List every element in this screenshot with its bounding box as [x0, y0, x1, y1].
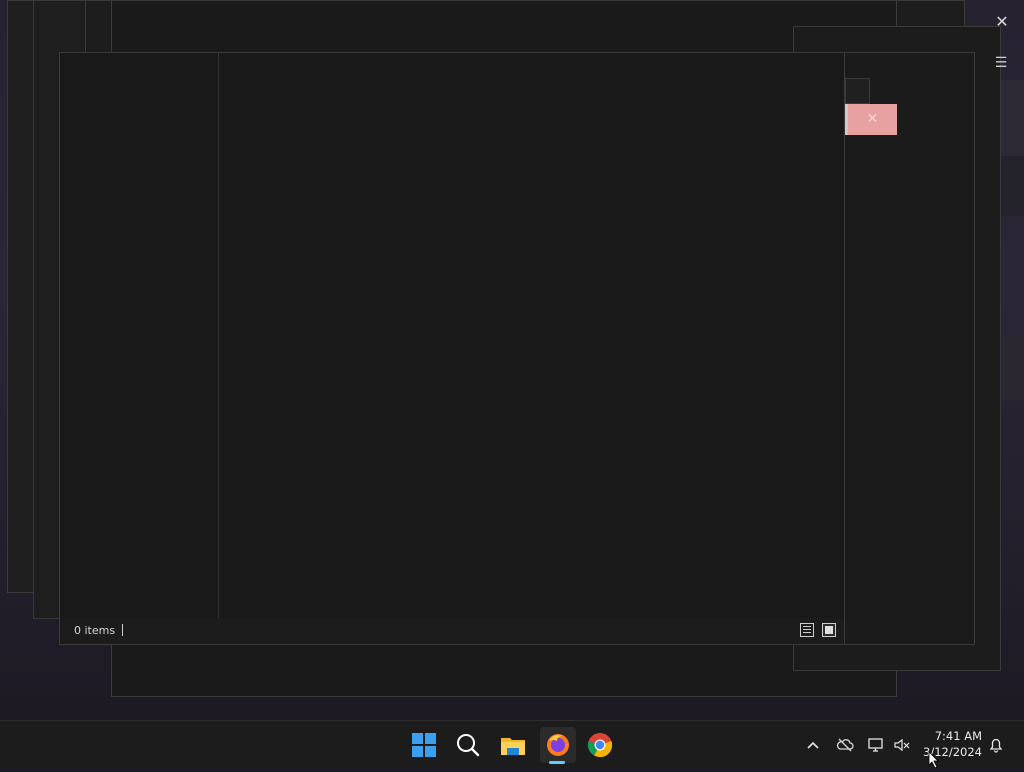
file-list-pane[interactable]	[219, 53, 844, 620]
taskbar: 7:41 AM 3/12/2024	[0, 720, 1024, 768]
status-bar: 0 items	[60, 618, 844, 644]
chrome-icon[interactable]	[584, 729, 616, 761]
details-view-icon[interactable]	[800, 623, 814, 637]
status-separator	[122, 624, 123, 636]
onedrive-cloud-icon[interactable]	[835, 735, 855, 755]
menu-icon[interactable]: ☰	[992, 54, 1010, 72]
window-close-button[interactable]: ✕	[845, 104, 897, 135]
background-window-edge	[1001, 80, 1024, 156]
close-icon: ✕	[866, 111, 879, 127]
background-window-edge	[1001, 156, 1024, 216]
volume-muted-icon[interactable]	[892, 735, 912, 755]
chevron-up-icon[interactable]	[803, 735, 823, 755]
folder-icon[interactable]	[497, 729, 529, 761]
network-icon[interactable]	[866, 735, 886, 755]
stacked-window[interactable]	[845, 78, 870, 104]
mouse-cursor-icon	[928, 751, 940, 769]
active-app-indicator	[549, 761, 565, 764]
firefox-icon[interactable]	[540, 727, 576, 763]
clock-time: 7:41 AM	[934, 729, 982, 743]
close-icon[interactable]: ✕	[992, 12, 1012, 32]
search-icon[interactable]	[452, 729, 484, 761]
large-icons-view-icon[interactable]	[822, 623, 836, 637]
notification-bell-icon[interactable]	[986, 735, 1006, 755]
windows-logo-icon[interactable]	[408, 729, 440, 761]
items-count: 0 items	[74, 624, 116, 637]
background-window-edge	[1001, 336, 1024, 400]
file-explorer-window[interactable]: 0 items	[59, 52, 845, 645]
navigation-pane[interactable]	[60, 53, 219, 620]
